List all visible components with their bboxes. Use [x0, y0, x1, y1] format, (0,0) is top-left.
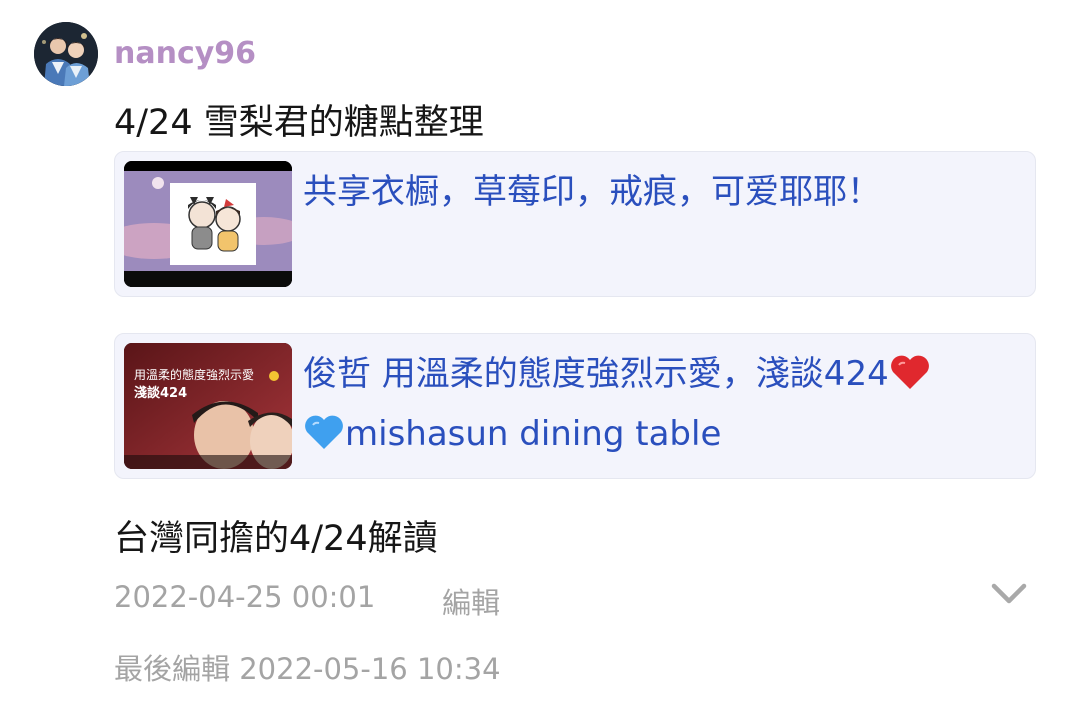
author-username[interactable]: nancy96 [114, 36, 256, 71]
link-title-line2-text: mishasun dining table [345, 414, 722, 454]
chevron-down-icon [991, 583, 1027, 604]
avatar[interactable] [34, 22, 98, 86]
link-thumbnail[interactable] [124, 161, 292, 287]
link-thumbnail[interactable]: 用溫柔的態度強烈示愛 淺談424 [124, 343, 292, 469]
thumbnail-caption-line2: 淺談424 [134, 385, 187, 401]
post: nancy96 4/24 雪梨君的糖點整理 共享衣橱，草莓印，戒痕，可爱耶耶！ … [0, 0, 1080, 702]
video-thumbnail: 用溫柔的態度強烈示愛 淺談424 [124, 343, 292, 469]
link-title-line1-text: 俊哲 用溫柔的態度強烈示愛，淺談424 [303, 354, 889, 394]
edit-button[interactable]: 編輯 [442, 580, 500, 622]
red-heart-icon [890, 355, 929, 389]
avatar-image [34, 22, 98, 86]
link-title[interactable]: 共享衣橱，草莓印，戒痕，可爱耶耶！ [303, 162, 1023, 222]
link-title[interactable]: 俊哲 用溫柔的態度強烈示愛，淺談424 mishasun dining tabl… [303, 344, 1023, 464]
thumbnail-caption-line1: 用溫柔的態度強烈示愛 [134, 367, 254, 382]
link-card[interactable]: 共享衣橱，草莓印，戒痕，可爱耶耶！ [114, 151, 1036, 297]
post-body: 台灣同擔的4/24解讀 [114, 519, 438, 559]
cartoon-couple-thumbnail [124, 161, 292, 287]
blue-heart-icon [305, 415, 343, 449]
expand-button[interactable] [986, 574, 1032, 614]
post-title: 4/24 雪梨君的糖點整理 [114, 103, 484, 143]
link-card[interactable]: 用溫柔的態度強烈示愛 淺談424 俊哲 用溫柔的態度強烈示愛，淺談424 mis… [114, 333, 1036, 479]
link-title-line1: 俊哲 用溫柔的態度強烈示愛，淺談424 [303, 344, 1023, 404]
last-edited-text: 最後編輯 2022-05-16 10:34 [114, 652, 501, 686]
link-title-line2: mishasun dining table [303, 404, 1023, 464]
post-timestamp: 2022-04-25 00:01 [114, 580, 376, 614]
